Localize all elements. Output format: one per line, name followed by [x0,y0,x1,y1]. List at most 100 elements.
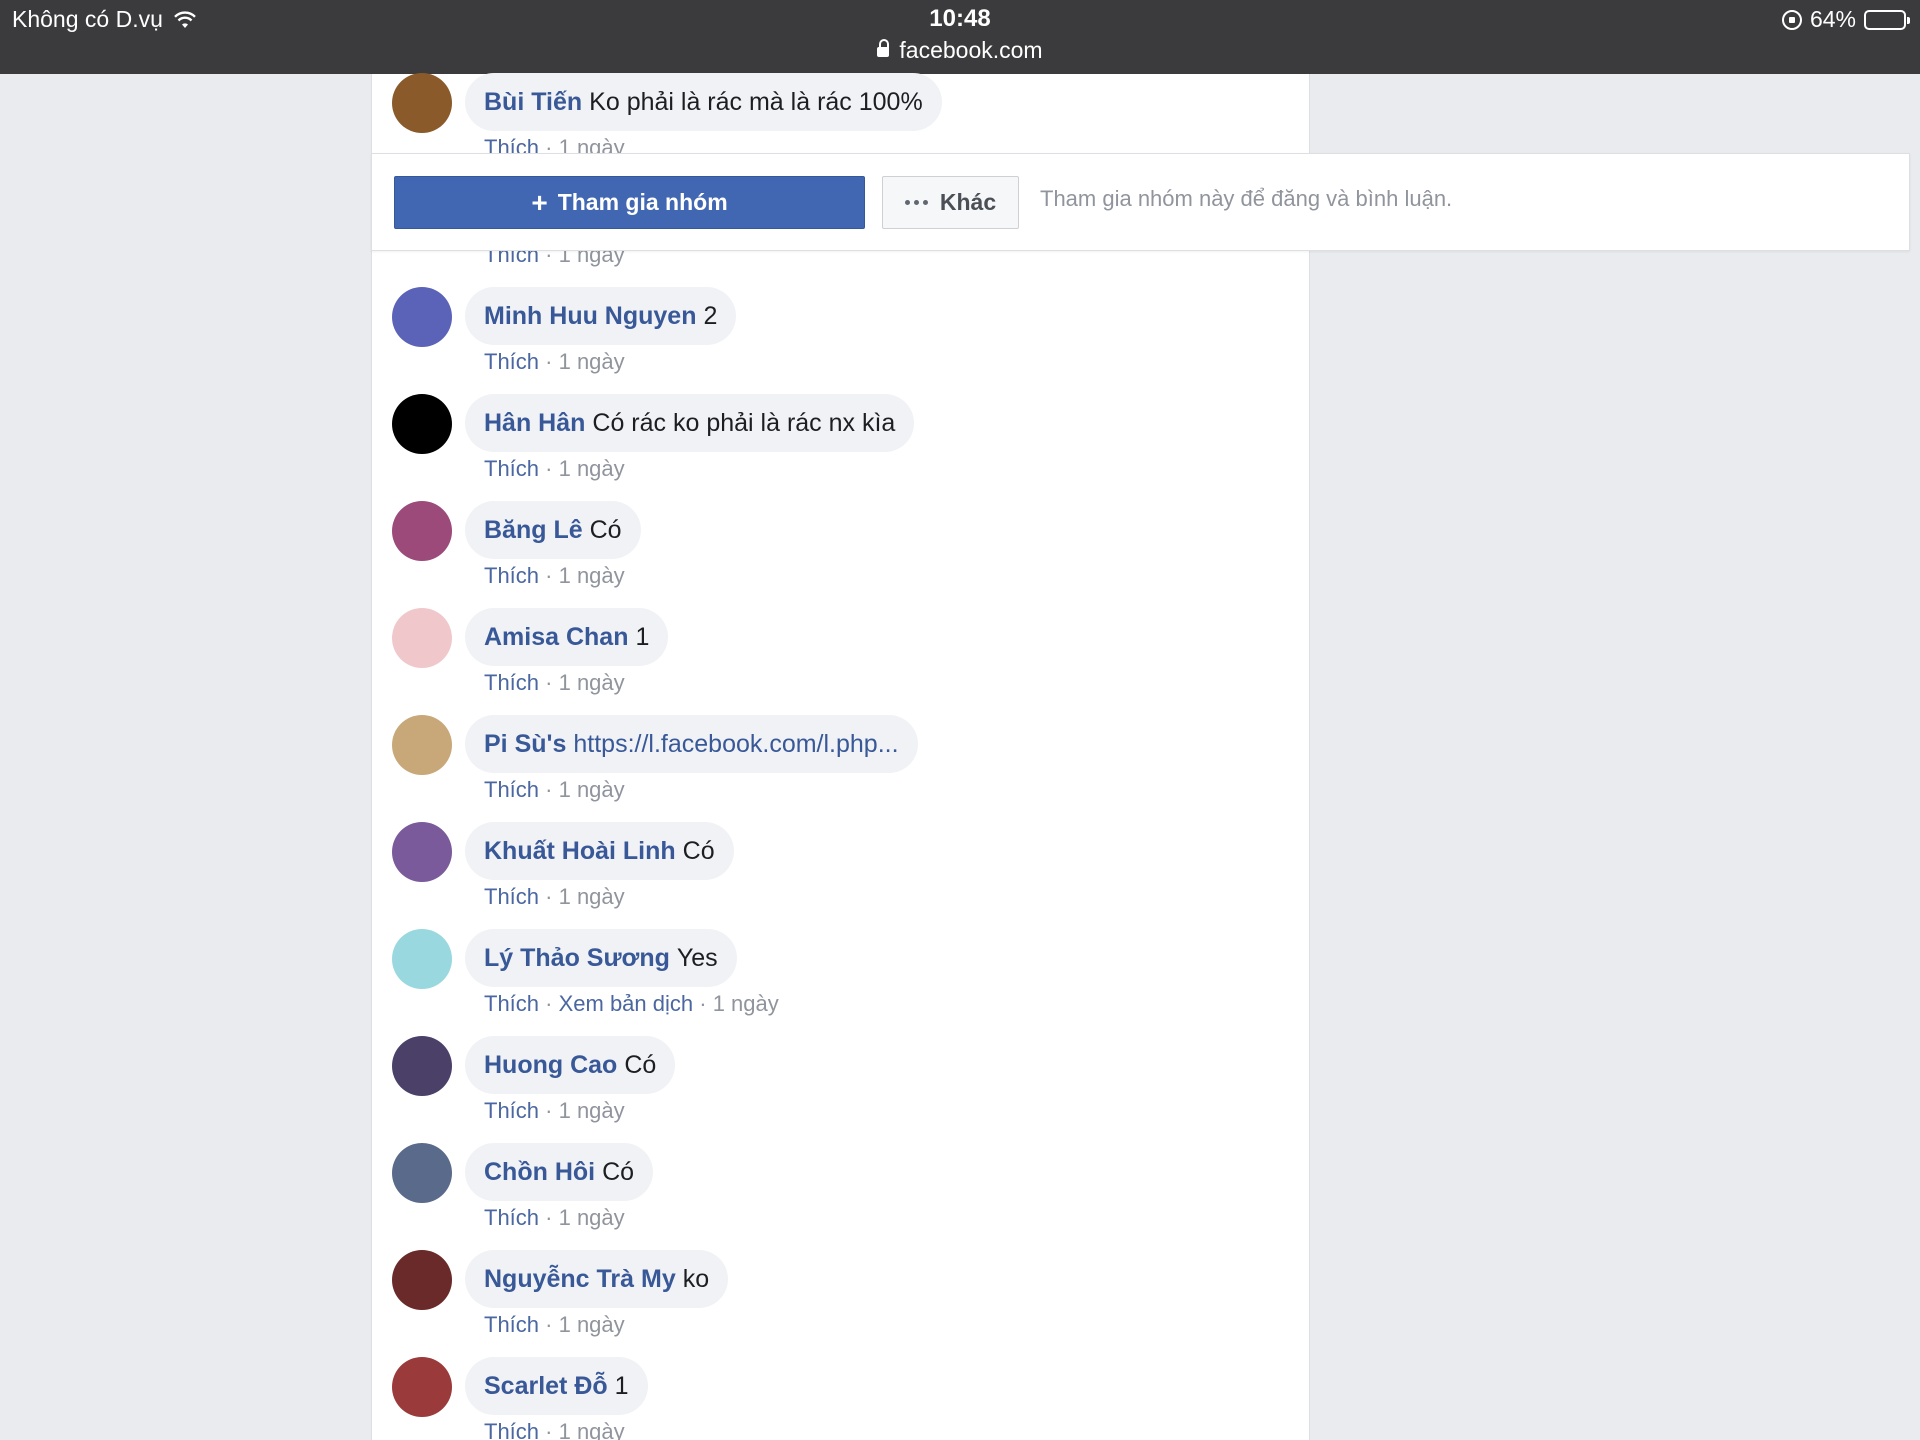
avatar[interactable] [392,287,452,347]
comment-bubble: Chồn Hôi Có [465,1143,654,1201]
like-link[interactable]: Thích [484,1419,539,1440]
comment-item: Pi Sù's https://l.facebook.com/l.php... Th… [392,715,1292,815]
like-link[interactable]: Thích [484,349,539,374]
like-link[interactable]: Thích [484,1098,539,1123]
comment-author[interactable]: Huong Cao [484,1051,617,1080]
comment-bubble: Minh Huu Nguyen 2 [465,287,737,345]
like-link[interactable]: Thích [484,1312,539,1337]
comment-meta: Thích · 1 ngày [484,456,625,481]
comment-author[interactable]: Hân Hân [484,409,585,438]
comment-author[interactable]: Bùi Tiến [484,88,582,117]
avatar[interactable] [392,73,452,133]
comment-item: Scarlet Đỗ 1 Thích · 1 ngày [392,1357,1292,1440]
comment-item: Nguyễnc Trà My ko Thích · 1 ngày [392,1250,1292,1350]
like-link[interactable]: Thích [484,991,539,1016]
comment-time[interactable]: 1 ngày [559,670,625,695]
battery-percent: 64% [1809,6,1856,32]
avatar[interactable] [392,1143,452,1203]
avatar[interactable] [392,608,452,668]
comment-meta: Thích · 1 ngày [484,670,625,695]
like-link[interactable]: Thích [484,456,539,481]
comment-item: Khuất Hoài Linh Có Thích · 1 ngày [392,822,1292,922]
comment-meta: Thích · 1 ngày [484,1312,625,1337]
comment-time[interactable]: 1 ngày [713,991,779,1016]
avatar[interactable] [392,1357,452,1417]
comment-author[interactable]: Khuất Hoài Linh [484,837,676,866]
address-bar[interactable]: facebook.com [0,37,1920,64]
more-button[interactable]: Khác [882,176,1019,229]
comment-bubble: Huong Cao Có [465,1036,676,1094]
battery-icon [1864,9,1910,30]
comment-author[interactable]: Nguyễnc Trà My [484,1265,676,1294]
comment-time[interactable]: 1 ngày [559,884,625,909]
join-hint-text: Tham gia nhóm này để đăng và bình luận. [1040,186,1453,211]
comment-meta: Thích · 1 ngày [484,1098,625,1123]
comment-time[interactable]: 1 ngày [559,1312,625,1337]
comment-text: Ko phải là rác mà là rác 100% [589,87,923,116]
comment-time[interactable]: 1 ngày [559,456,625,481]
comment-bubble: Lý Thảo Sương Yes [465,929,737,987]
comment-text: ko [682,1264,710,1293]
more-dots-icon [904,200,928,205]
comment-text: Yes [676,943,718,972]
lock-icon [877,39,890,59]
comment-bubble: Bùi Tiến Ko phải là rác mà là rác 100% [465,73,942,131]
more-label: Khác [939,189,997,215]
comment-item: Amisa Chan 1 Thích · 1 ngày [392,608,1292,708]
comment-author[interactable]: Pi Sù's [484,730,566,759]
like-link[interactable]: Thích [484,670,539,695]
comment-time[interactable]: 1 ngày [559,563,625,588]
comment-meta: Thích · 1 ngày [484,563,625,588]
avatar[interactable] [392,501,452,561]
avatar[interactable] [392,1036,452,1096]
comment-text: 1 [635,622,650,651]
comment-item: Huong Cao Có Thích · 1 ngày [392,1036,1292,1136]
avatar[interactable] [392,715,452,775]
comment-bubble: Hân Hân Có rác ko phải là rác nx kìa [465,394,915,452]
avatar[interactable] [392,822,452,882]
comment-bubble: Nguyễnc Trà My ko [465,1250,729,1308]
like-link[interactable]: Thích [484,1205,539,1230]
comment-item: Chồn Hôi Có Thích · 1 ngày [392,1143,1292,1243]
like-link[interactable]: Thích [484,563,539,588]
comment-author[interactable]: Lý Thảo Sương [484,944,670,973]
clock: 10:48 [929,5,991,32]
comment-meta: Thích · Xem bản dịch · 1 ngày [484,991,779,1016]
comment-bubble: Băng Lê Có [465,501,641,559]
comment-time[interactable]: 1 ngày [559,1419,625,1440]
comment-author[interactable]: Chồn Hôi [484,1158,595,1187]
comment-time[interactable]: 1 ngày [559,1098,625,1123]
comment-meta: Thích · 1 ngày [484,1205,625,1230]
comment-bubble: Amisa Chan 1 [465,608,669,666]
join-group-label: Tham gia nhóm [557,189,728,215]
comment-author[interactable]: Scarlet Đỗ [484,1372,608,1401]
comment-meta: Thích · 1 ngày [484,1419,625,1440]
comment-time[interactable]: 1 ngày [559,349,625,374]
translate-link[interactable]: Xem bản dịch [559,991,694,1016]
comment-text: Có [589,515,622,544]
comment-author[interactable]: Băng Lê [484,516,583,545]
url-text: facebook.com [899,37,1043,63]
avatar[interactable] [392,929,452,989]
comment-item: Hân Hân Có rác ko phải là rác nx kìa Thích… [392,394,1292,494]
comment-author[interactable]: Minh Huu Nguyen [484,302,696,331]
comment-text: Có rác ko phải là rác nx kìa [592,408,896,437]
status-right: 64% [1781,6,1910,33]
avatar[interactable] [392,1250,452,1310]
comment-time[interactable]: 1 ngày [559,777,625,802]
comment-time[interactable]: 1 ngày [559,1205,625,1230]
comment-link[interactable]: https://l.facebook.com/l.php... [573,730,898,759]
comment-item: Băng Lê Có Thích · 1 ngày [392,501,1292,601]
comment-meta: Thích · 1 ngày [484,884,625,909]
comment-author[interactable]: Amisa Chan [484,623,628,652]
join-group-button[interactable]: + Tham gia nhóm [394,176,865,229]
comment-bubble: Pi Sù's https://l.facebook.com/l.php... [465,715,918,773]
like-link[interactable]: Thích [484,777,539,802]
plus-icon: + [531,186,548,218]
comment-meta: Thích · 1 ngày [484,349,625,374]
comment-item: Minh Huu Nguyen 2 Thích · 1 ngày [392,287,1292,387]
comment-item: Lý Thảo Sương Yes Thích · Xem bản dịch · 1… [392,929,1292,1029]
avatar[interactable] [392,394,452,454]
like-link[interactable]: Thích [484,884,539,909]
comment-meta: Thích · 1 ngày [484,777,625,802]
